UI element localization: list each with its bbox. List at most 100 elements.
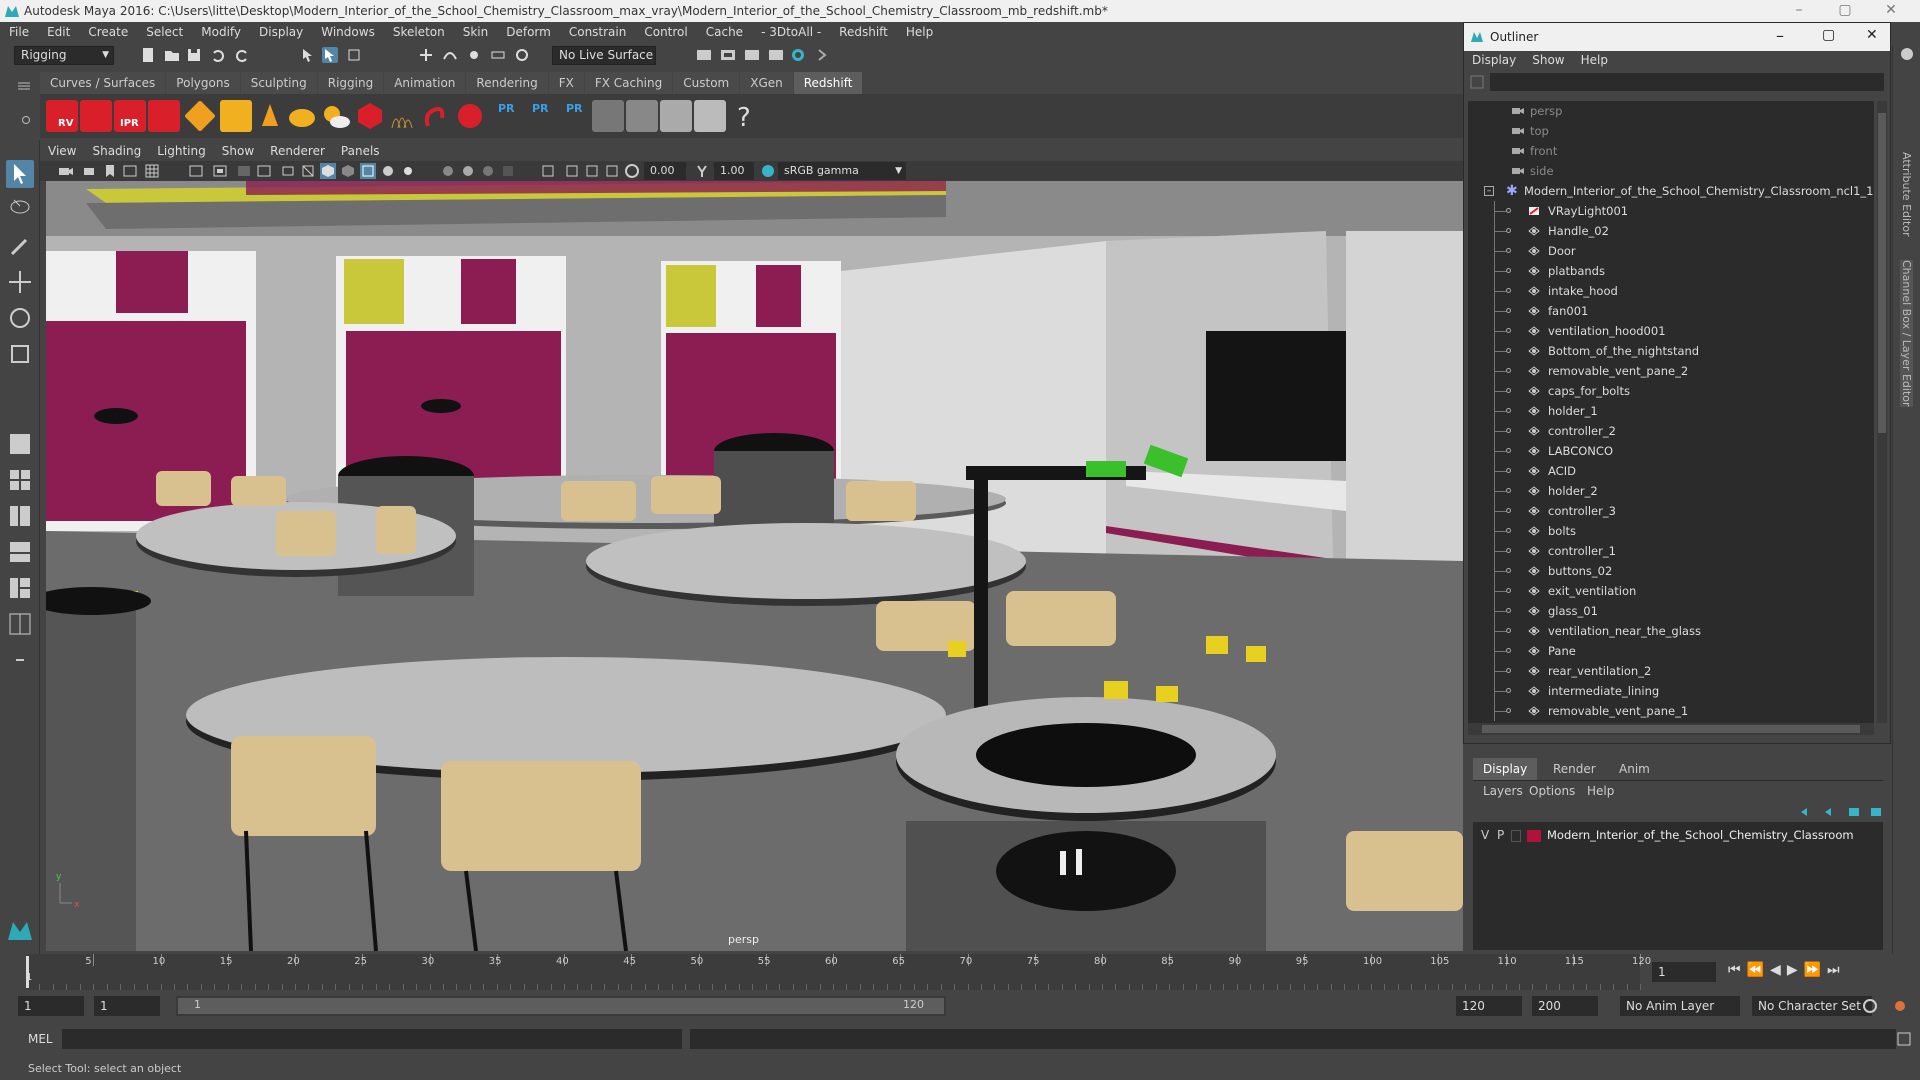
command-input[interactable] <box>62 1029 682 1049</box>
maximize-button[interactable]: ▢ <box>1822 0 1868 22</box>
outliner-item-row[interactable]: ventilation_near_the_glass <box>1468 621 1874 641</box>
layer-row[interactable]: V P Modern_Interior_of_the_School_Chemis… <box>1473 826 1883 846</box>
single-perspective-layout-icon[interactable] <box>6 430 34 458</box>
new-scene-icon[interactable] <box>140 47 156 63</box>
shelf-tab-custom[interactable]: Custom <box>673 72 740 94</box>
snap-to-view-plane-icon[interactable] <box>490 47 506 63</box>
expand-dot-icon[interactable] <box>1506 328 1511 333</box>
wireframe-on-shaded-icon[interactable] <box>360 163 376 179</box>
image-plane-icon[interactable] <box>122 163 138 179</box>
outliner-item-row[interactable]: exit_ventilation <box>1468 581 1874 601</box>
outliner-item-row[interactable]: ventilation_hood001 <box>1468 321 1874 341</box>
outliner-vertical-scrollbar[interactable] <box>1877 101 1887 723</box>
expand-dot-icon[interactable] <box>1506 588 1511 593</box>
render-settings-icon[interactable] <box>744 47 760 63</box>
script-editor-icon[interactable] <box>1896 1031 1912 1047</box>
menu-control[interactable]: Control <box>635 22 696 39</box>
viewport-menu-renderer[interactable]: Renderer <box>262 141 333 158</box>
isolate-select-icon[interactable] <box>540 163 556 179</box>
make-live-icon[interactable] <box>514 47 530 63</box>
character-set-dropdown[interactable]: No Character Set <box>1752 996 1872 1016</box>
hypershade-layout-icon[interactable] <box>6 574 34 602</box>
outliner-item-row[interactable]: rear_ventilation_2 <box>1468 661 1874 681</box>
expand-dot-icon[interactable] <box>1506 708 1511 713</box>
menu-windows[interactable]: Windows <box>312 22 384 39</box>
render-frame-icon[interactable] <box>696 47 712 63</box>
shelf-tab-fx[interactable]: FX <box>548 72 584 94</box>
outliner-item-row[interactable]: glass_01 <box>1468 601 1874 621</box>
save-scene-icon[interactable] <box>186 47 202 63</box>
default-material-icon[interactable] <box>340 163 356 179</box>
expand-dot-icon[interactable] <box>1506 508 1511 513</box>
animation-end-field[interactable]: 200 <box>1532 996 1598 1016</box>
paint-select-tool-icon[interactable] <box>6 232 34 260</box>
snap-to-point-icon[interactable] <box>466 47 482 63</box>
auto-key-icon[interactable] <box>1862 998 1878 1014</box>
expand-dot-icon[interactable] <box>1506 348 1511 353</box>
expand-dot-icon[interactable] <box>1506 488 1511 493</box>
side-panel-icon[interactable] <box>1899 46 1915 62</box>
ipr-render-icon[interactable] <box>720 47 736 63</box>
snap-to-curve-icon[interactable] <box>442 47 458 63</box>
current-time-indicator[interactable] <box>26 956 29 988</box>
toggle-panel-icon[interactable] <box>814 47 830 63</box>
shelf-tab-sculpting[interactable]: Sculpting <box>240 72 317 94</box>
outliner-camera-top[interactable]: top <box>1468 121 1874 141</box>
xray-joints-icon[interactable] <box>584 163 600 179</box>
expand-dot-icon[interactable] <box>1506 448 1511 453</box>
outliner-horizontal-scrollbar[interactable] <box>1468 723 1874 735</box>
redo-icon[interactable] <box>234 47 250 63</box>
outliner-item-row[interactable]: removable_vent_pane_2 <box>1468 361 1874 381</box>
redshift-bake-icon[interactable] <box>592 100 624 132</box>
viewport-menu-shading[interactable]: Shading <box>84 141 149 158</box>
outliner-item-row[interactable]: Door <box>1468 241 1874 261</box>
select-tool-icon[interactable] <box>6 160 34 188</box>
color-space-dropdown[interactable]: sRGB gamma ▼ <box>778 162 906 180</box>
outliner-camera-front[interactable]: front <box>1468 141 1874 161</box>
expand-dot-icon[interactable] <box>1506 388 1511 393</box>
outliner-item-row[interactable]: platbands <box>1468 261 1874 281</box>
new-layer-icon[interactable] <box>1847 806 1861 818</box>
expand-dot-icon[interactable] <box>1506 228 1511 233</box>
redshift-shader-icon[interactable] <box>420 100 452 132</box>
xray-icon[interactable] <box>564 163 580 179</box>
viewport-menu-view[interactable]: View <box>40 141 84 158</box>
persp-outliner-layout-icon[interactable] <box>6 502 34 530</box>
outliner-item-row[interactable]: removable_vent_pane_1 <box>1468 701 1874 721</box>
layer-menu-options[interactable]: Options <box>1529 784 1575 798</box>
redshift-material-icon[interactable] <box>454 100 486 132</box>
time-slider-track[interactable]: 1 5 10 15 20 25 30 35 40 45 50 55 60 65 70 75 80 85 90 95 10… <box>26 954 1651 990</box>
outliner-item-row[interactable]: holder_1 <box>1468 401 1874 421</box>
shadows-icon[interactable] <box>440 163 456 179</box>
shelf-tab-rigging[interactable]: Rigging <box>317 72 384 94</box>
menu-create[interactable]: Create <box>79 22 137 39</box>
expand-dot-icon[interactable] <box>1506 428 1511 433</box>
smooth-shade-icon[interactable] <box>320 163 336 179</box>
channel-box-tab[interactable]: Channel Box / Layer Editor <box>1900 260 1913 407</box>
menu-3dtoall[interactable]: - 3DtoAll - <box>752 22 830 39</box>
layout-menu-icon[interactable] <box>6 646 34 674</box>
redshift-render-view-icon[interactable]: RV <box>46 100 78 132</box>
open-scene-icon[interactable] <box>164 47 180 63</box>
layer-tab-anim[interactable]: Anim <box>1609 758 1660 780</box>
redshift-log-icon[interactable] <box>694 100 726 132</box>
layer-type-toggle[interactable] <box>1511 830 1521 842</box>
outliner-hscroll-thumb[interactable] <box>1482 725 1860 733</box>
command-language-label[interactable]: MEL <box>28 1032 53 1046</box>
current-frame-field[interactable]: 1 <box>1652 962 1716 982</box>
outliner-item-row[interactable]: controller_3 <box>1468 501 1874 521</box>
expand-dot-icon[interactable] <box>1506 528 1511 533</box>
layer-tab-display[interactable]: Display <box>1473 758 1538 780</box>
outliner-item-row[interactable]: controller_2 <box>1468 421 1874 441</box>
film-gate-icon[interactable] <box>188 163 204 179</box>
expand-dot-icon[interactable] <box>1506 688 1511 693</box>
outliner-item-row[interactable]: Handle_02 <box>1468 221 1874 241</box>
redshift-area-light-icon[interactable] <box>184 100 216 132</box>
live-surface-field[interactable]: No Live Surface <box>552 46 656 65</box>
expand-dot-icon[interactable] <box>1506 368 1511 373</box>
layer-tab-render[interactable]: Render <box>1543 758 1606 780</box>
bookmark-icon[interactable] <box>102 163 118 179</box>
outliner-item-row[interactable]: VRayLight001 <box>1468 201 1874 221</box>
outliner-item-row[interactable]: buttons_02 <box>1468 561 1874 581</box>
scale-tool-icon[interactable] <box>6 340 34 368</box>
